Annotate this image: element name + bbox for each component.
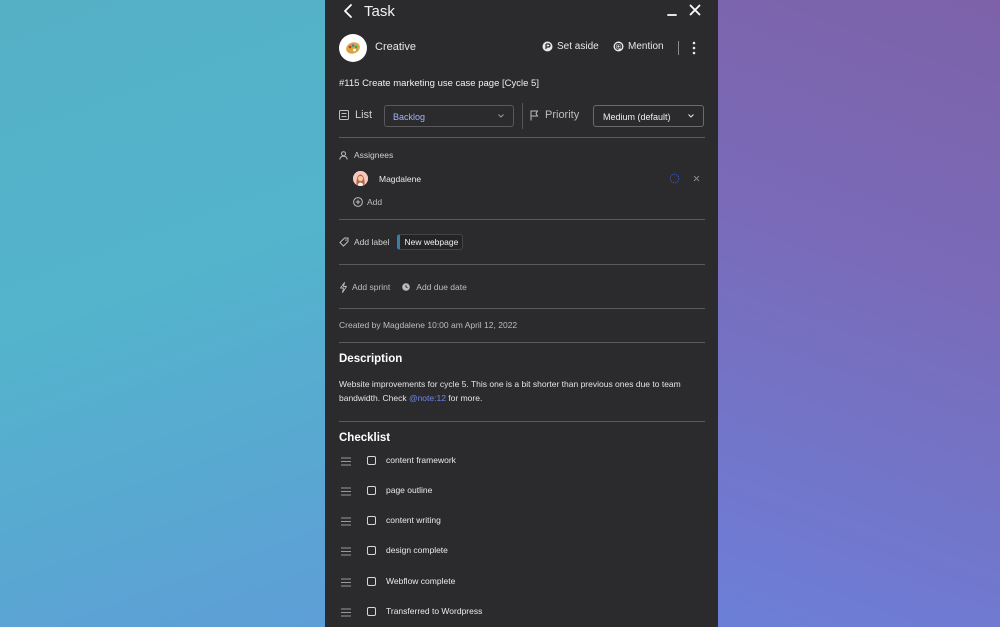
description-text[interactable]: Website improvements for cycle 5. This o… [339, 377, 701, 405]
checklist-checkbox[interactable] [367, 486, 376, 495]
priority-value: Medium (default) [603, 112, 671, 122]
add-sprint-button[interactable]: Add sprint [352, 282, 390, 292]
add-due-date-button[interactable]: Add due date [416, 282, 467, 292]
user-icon [339, 150, 348, 160]
divider [339, 342, 705, 343]
drag-handle-icon[interactable] [341, 487, 351, 496]
remove-assignee-icon[interactable] [693, 175, 700, 182]
checklist-item: design complete [339, 544, 699, 560]
set-aside-icon [542, 41, 553, 52]
list-label: List [355, 109, 373, 121]
mention-label: Mention [628, 41, 664, 52]
checklist-item-text[interactable]: page outline [386, 485, 432, 495]
palette-icon [346, 42, 360, 54]
chevron-down-icon [688, 114, 694, 118]
drag-handle-icon[interactable] [341, 578, 351, 587]
drag-handle-icon[interactable] [341, 517, 351, 526]
assignee-name: Magdalene [379, 174, 422, 184]
description-heading: Description [339, 353, 403, 365]
loading-icon [669, 173, 680, 184]
checklist-item: content framework [339, 454, 699, 470]
assignees-section-label: Assignees [339, 150, 393, 160]
divider [339, 308, 705, 309]
project-avatar[interactable] [339, 34, 367, 62]
clock-icon [402, 283, 411, 291]
close-icon[interactable] [688, 3, 702, 17]
created-info: Created by Magdalene 10:00 am April 12, … [339, 320, 518, 330]
note-link[interactable]: @note:12 [409, 393, 446, 403]
task-title[interactable]: #115 Create marketing use case page [Cyc… [339, 78, 539, 89]
flag-icon [530, 110, 539, 121]
checklist-item: Webflow complete [339, 575, 699, 591]
add-assignee-button[interactable]: Add [353, 197, 382, 207]
chevron-left-icon[interactable] [341, 2, 355, 20]
background-right [718, 0, 1000, 627]
checklist-item-text[interactable]: Transferred to Wordpress [386, 606, 482, 616]
tag-icon [339, 237, 349, 247]
divider [339, 219, 705, 220]
schedule-row: Add sprint Add due date [339, 280, 467, 294]
divider [339, 264, 705, 265]
checklist-item: page outline [339, 484, 699, 500]
checklist-heading: Checklist [339, 432, 391, 444]
priority-label: Priority [545, 109, 580, 121]
list-priority-row: List Backlog Priority Medium (default) [339, 103, 705, 129]
more-vertical-icon[interactable] [691, 40, 697, 56]
checklist-item-text[interactable]: Webflow complete [386, 576, 455, 586]
description-body: Website improvements for cycle 5. This o… [339, 379, 681, 403]
title-bar: Task [325, 0, 718, 24]
set-aside-label: Set aside [557, 41, 599, 52]
checklist-item: Transferred to Wordpress [339, 605, 699, 621]
project-name[interactable]: Creative [375, 41, 416, 53]
assignee-item[interactable]: Magdalene [353, 171, 705, 187]
window-title: Task [364, 3, 395, 20]
divider [339, 137, 705, 138]
avatar-image [353, 171, 368, 186]
checklist-checkbox[interactable] [367, 516, 376, 525]
drag-handle-icon[interactable] [341, 457, 351, 466]
add-label-button[interactable]: Add label [354, 237, 389, 247]
checklist-checkbox[interactable] [367, 577, 376, 586]
drag-handle-icon[interactable] [341, 547, 351, 556]
plus-circle-icon [353, 197, 363, 207]
background-left [0, 0, 325, 627]
task-panel: Task Creative Set aside Mention #115 Cre… [325, 0, 718, 627]
checklist-checkbox[interactable] [367, 546, 376, 555]
avatar [353, 171, 368, 186]
header-divider [678, 41, 679, 55]
mention-button[interactable]: Mention [613, 41, 664, 52]
field-divider [522, 103, 523, 129]
priority-select[interactable]: Medium (default) [593, 105, 704, 127]
bolt-icon [340, 281, 347, 293]
checklist-item: content writing [339, 514, 699, 530]
drag-handle-icon[interactable] [341, 608, 351, 617]
assignees-label: Assignees [354, 150, 394, 160]
labels-row: Add label New webpage [339, 234, 464, 250]
checklist-checkbox[interactable] [367, 456, 376, 465]
label-chip[interactable]: New webpage [397, 234, 464, 250]
minimize-icon[interactable] [666, 5, 678, 17]
at-icon [613, 41, 624, 52]
checklist-item-text[interactable]: design complete [386, 545, 448, 555]
checklist-item-text[interactable]: content framework [386, 455, 456, 465]
checklist-item-text[interactable]: content writing [386, 515, 441, 525]
divider [339, 421, 705, 422]
set-aside-button[interactable]: Set aside [542, 41, 599, 52]
chevron-down-icon [498, 114, 504, 118]
add-assignee-label: Add [367, 197, 383, 207]
list-icon [339, 110, 349, 120]
list-select[interactable]: Backlog [384, 105, 514, 127]
description-body-end: for more. [445, 393, 483, 403]
checklist-checkbox[interactable] [367, 607, 376, 616]
list-value: Backlog [393, 112, 426, 122]
task-header: Creative Set aside Mention [339, 34, 705, 62]
